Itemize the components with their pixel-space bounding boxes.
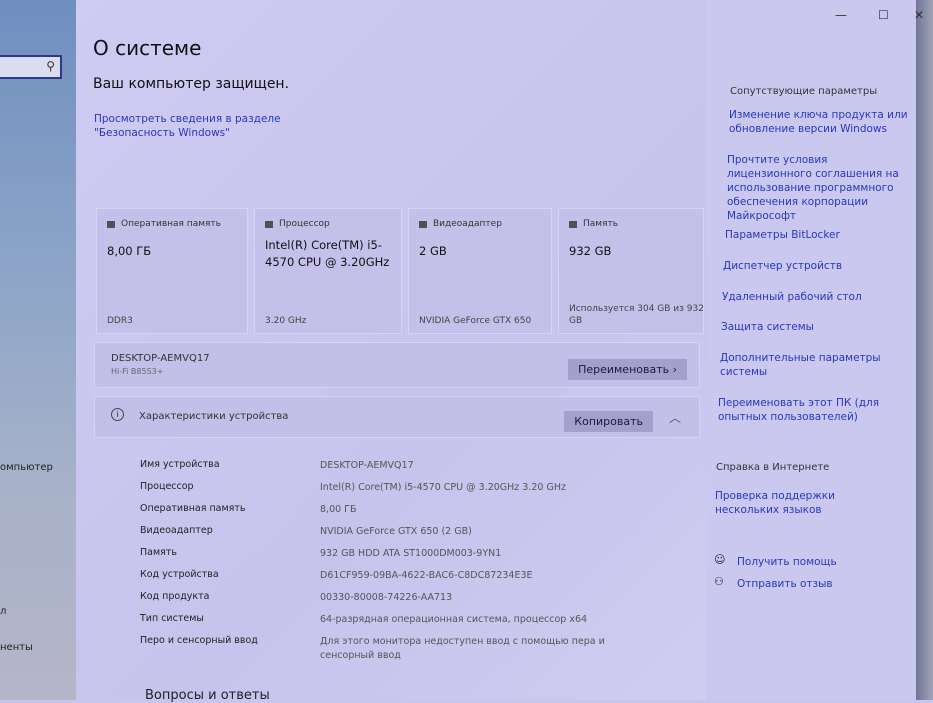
spec-row: Видеоадаптер NVIDIA GeForce GTX 650 (2 GB…	[140, 525, 660, 539]
copy-button[interactable]: Копировать	[564, 411, 653, 432]
card-sub: Используется 304 GB из 932 GB	[569, 304, 704, 326]
spec-row: Код устройства D61CF959-09BA-4622-BAC6-C8…	[140, 569, 660, 583]
spec-row: Тип системы 64-разрядная операционная сис…	[140, 613, 660, 627]
chevron-up-icon[interactable]: ︿	[669, 409, 681, 426]
pc-name: DESKTOP-AEMVQ17	[111, 353, 210, 364]
ram-icon	[107, 220, 115, 228]
card-sub: NVIDIA GeForce GTX 650	[419, 316, 532, 326]
web-help-link[interactable]: Проверка поддержки нескольких языков	[715, 489, 900, 517]
spec-key: Видеоадаптер	[140, 525, 213, 536]
search-input[interactable]: ⚲	[0, 55, 62, 79]
spec-value: D61CF959-09BA-4622-BAC6-C8DC87234E3E	[320, 570, 533, 581]
spec-key: Код устройства	[140, 569, 219, 580]
spec-row: Перо и сенсорный ввод Для этого монитора …	[140, 635, 660, 663]
related-link[interactable]: Дополнительные параметры системы	[720, 351, 905, 379]
spec-key: Процессор	[140, 481, 194, 492]
desktop-edge	[916, 0, 933, 700]
card-title: Память	[583, 219, 619, 229]
card-ram: Оперативная память 8,00 ГБ DDR3	[96, 208, 248, 334]
search-icon: ⚲	[46, 59, 55, 73]
related-link[interactable]: Прочтите условия лицензионного соглашени…	[727, 153, 912, 223]
card-value: Intel(R) Core(TM) i5-4570 CPU @ 3.20GHz	[265, 238, 390, 269]
security-link[interactable]: Просмотреть сведения в разделе "Безопасн…	[94, 112, 364, 140]
card-title: Оперативная память	[121, 219, 221, 229]
spec-row: Код продукта 00330-80008-74226-AA713	[140, 591, 660, 605]
spec-value: Intel(R) Core(TM) i5-4570 CPU @ 3.20GHz …	[320, 482, 566, 493]
spec-value: 932 GB HDD ATA ST1000DM003-9YN1	[320, 548, 502, 559]
spec-value: DESKTOP-AEMVQ17	[320, 460, 414, 471]
spec-key: Код продукта	[140, 591, 210, 602]
info-icon: i	[111, 408, 124, 421]
spec-row: Имя устройства DESKTOP-AEMVQ17	[140, 459, 660, 473]
sidebar-item[interactable]: ненты	[0, 642, 33, 653]
spec-row: Процессор Intel(R) Core(TM) i5-4570 CPU @…	[140, 481, 660, 495]
related-link[interactable]: Удаленный рабочий стол	[722, 290, 907, 304]
feedback-link[interactable]: Отправить отзыв	[737, 577, 833, 591]
sidebar-item[interactable]: омпьютер	[0, 462, 53, 473]
spec-key: Имя устройства	[140, 459, 220, 470]
page-title: О системе	[93, 36, 202, 60]
pc-name-section: DESKTOP-AEMVQ17 Hi-Fi B85S3+ Переименова…	[94, 342, 700, 388]
close-button[interactable]: ✕	[914, 8, 924, 22]
pc-model: Hi-Fi B85S3+	[111, 367, 164, 376]
gpu-icon	[419, 220, 427, 228]
related-panel	[706, 0, 916, 700]
card-sub: DDR3	[107, 316, 133, 326]
card-cpu: Процессор Intel(R) Core(TM) i5-4570 CPU …	[254, 208, 402, 334]
card-title: Процессор	[279, 219, 330, 229]
feedback-icon: ⚇	[714, 575, 724, 588]
spec-key: Тип системы	[140, 613, 204, 624]
related-link[interactable]: Переименовать этот ПК (для опытных польз…	[718, 396, 903, 424]
spec-row: Оперативная память 8,00 ГБ	[140, 503, 660, 517]
spec-value: 64-разрядная операционная система, проце…	[320, 614, 588, 625]
card-value: 2 GB	[419, 244, 447, 258]
get-help-link[interactable]: Получить помощь	[737, 555, 837, 569]
web-help-title: Справка в Интернете	[716, 462, 830, 473]
protection-status: Ваш компьютер защищен.	[93, 76, 290, 92]
device-specs-header[interactable]: i Характеристики устройства Копировать ︿	[94, 396, 700, 438]
faq-heading: Вопросы и ответы	[145, 688, 270, 703]
related-link[interactable]: Параметры BitLocker	[725, 228, 910, 242]
spec-value: 8,00 ГБ	[320, 504, 357, 515]
spec-key: Оперативная память	[140, 503, 246, 514]
minimize-button[interactable]: —	[835, 8, 847, 22]
rename-button[interactable]: Переименовать ›	[568, 359, 687, 380]
spec-value: Для этого монитора недоступен ввод с пом…	[320, 636, 605, 661]
spec-value: NVIDIA GeForce GTX 650 (2 GB)	[320, 526, 472, 537]
sidebar: ⚲ омпьютер л ненты	[0, 0, 76, 700]
storage-icon	[569, 220, 577, 228]
specs-title: Характеристики устройства	[139, 411, 289, 422]
help-icon: ☺	[714, 553, 726, 566]
spec-key: Перо и сенсорный ввод	[140, 635, 258, 646]
spec-row: Память 932 GB HDD ATA ST1000DM003-9YN1	[140, 547, 660, 561]
card-value: 932 GB	[569, 244, 612, 258]
sidebar-item[interactable]: л	[0, 606, 6, 617]
card-storage: Память 932 GB Используется 304 GB из 932…	[558, 208, 704, 334]
cpu-icon	[265, 220, 273, 228]
card-sub: 3.20 GHz	[265, 316, 307, 326]
related-link[interactable]: Диспетчер устройств	[723, 259, 908, 273]
related-link[interactable]: Изменение ключа продукта или обновление …	[729, 108, 914, 136]
card-value: 8,00 ГБ	[107, 244, 152, 258]
spec-key: Память	[140, 547, 177, 558]
card-gpu: Видеоадаптер 2 GB NVIDIA GeForce GTX 650	[408, 208, 552, 334]
related-link[interactable]: Защита системы	[721, 320, 906, 334]
maximize-button[interactable]: ☐	[878, 8, 889, 22]
card-title: Видеоадаптер	[433, 219, 502, 229]
spec-value: 00330-80008-74226-AA713	[320, 592, 453, 603]
related-title: Сопутствующие параметры	[730, 86, 878, 97]
